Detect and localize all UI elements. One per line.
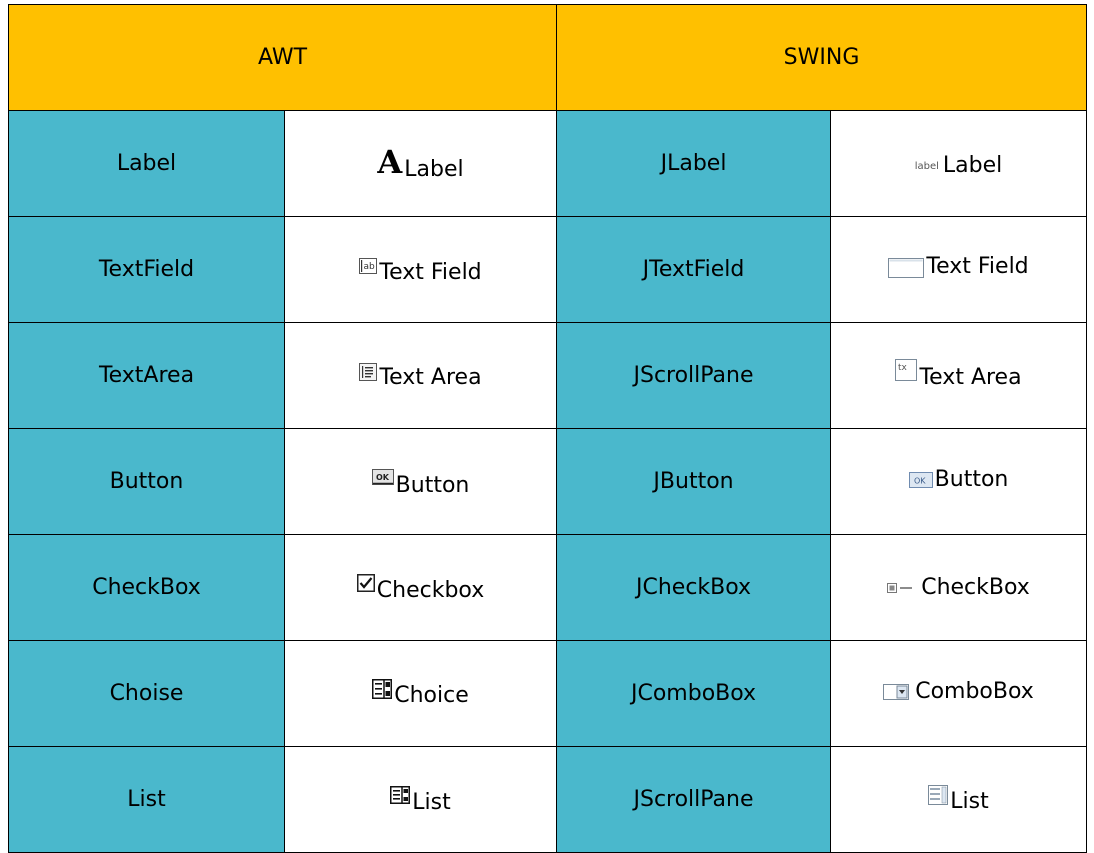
awt-component-preview: Text Area	[283, 322, 558, 429]
table-row: TextField ab Text Field JTextField Text …	[8, 216, 1088, 323]
swing-component-name: JScrollPane	[556, 746, 832, 853]
header-swing: SWING	[556, 4, 1088, 111]
swing-component-preview: Text Field	[830, 216, 1088, 323]
table-row: TextArea Text Area JScrollPane tx Text A…	[8, 322, 1088, 429]
preview-label: List	[950, 789, 989, 814]
swing-component-name: JLabel	[556, 110, 832, 217]
swing-component-name: JCheckBox	[556, 534, 832, 641]
swing-component-preview: ComboBox	[830, 640, 1088, 747]
combobox-icon	[883, 684, 910, 700]
letter-a-icon: A	[377, 143, 403, 181]
awt-component-preview: Checkbox	[283, 534, 558, 641]
swing-component-name: JButton	[556, 428, 832, 535]
header-awt: AWT	[7, 4, 558, 111]
table-row: CheckBox Checkbox JCheckBox CheckBox	[8, 534, 1088, 641]
preview-label: Text Area	[919, 365, 1022, 390]
list-icon	[390, 786, 411, 804]
preview-label: Text Field	[379, 260, 482, 285]
swing-component-preview: CheckBox	[830, 534, 1088, 641]
checkbox-swing-icon	[887, 582, 913, 594]
preview-label: Choice	[394, 683, 469, 708]
table-row: Choise Choice JComboBox ComboBox	[8, 640, 1088, 747]
textfield-box-icon	[888, 257, 925, 278]
awt-swing-comparison-table: AWT SWING Label A Label JLabel label Lab…	[7, 4, 1088, 853]
textarea-icon	[359, 363, 378, 381]
awt-component-name: List	[8, 746, 285, 853]
preview-label: Button	[395, 473, 470, 498]
preview-label: CheckBox	[921, 575, 1030, 600]
list-swing-icon	[928, 785, 949, 805]
header-row: AWT SWING	[7, 4, 1088, 111]
table-row: Button OK Button JButton OK Button	[8, 428, 1088, 535]
swing-component-name: JScrollPane	[556, 322, 832, 429]
svg-text:OK: OK	[376, 473, 390, 482]
awt-component-name: TextArea	[8, 322, 285, 429]
awt-component-name: Button	[8, 428, 285, 535]
awt-component-name: TextField	[8, 216, 285, 323]
table-row: Label A Label JLabel label Label	[8, 110, 1088, 217]
ok-button-icon: OK	[371, 469, 394, 485]
awt-component-preview: Choice	[283, 640, 558, 747]
ok-button-swing-icon: OK	[908, 472, 933, 488]
swing-component-preview: List	[830, 746, 1088, 853]
checkbox-checked-icon	[356, 574, 375, 592]
svg-text:ab: ab	[364, 262, 376, 272]
preview-label: Label	[942, 153, 1003, 179]
awt-component-name: Label	[8, 110, 285, 217]
awt-component-preview: List	[283, 746, 558, 853]
label-icon: label	[914, 160, 939, 172]
awt-component-preview: ab Text Field	[283, 216, 558, 323]
preview-label: Text Area	[379, 365, 482, 390]
textfield-ab-icon: ab	[359, 258, 378, 274]
table-row: List List JScrollPane List	[8, 746, 1088, 853]
awt-component-preview: A Label	[283, 110, 558, 217]
swing-component-preview: OK Button	[830, 428, 1088, 535]
preview-label: List	[412, 790, 451, 815]
textarea-tx-icon: tx	[895, 359, 918, 381]
preview-label: Text Field	[926, 253, 1029, 279]
preview-label: Label	[404, 156, 464, 182]
swing-component-name: JComboBox	[556, 640, 832, 747]
svg-text:OK: OK	[914, 477, 926, 486]
swing-component-name: JTextField	[556, 216, 832, 323]
preview-label: Checkbox	[376, 578, 485, 603]
preview-label: Button	[934, 467, 1009, 492]
swing-component-preview: label Label	[830, 110, 1088, 217]
choice-icon	[372, 679, 393, 699]
preview-label: ComboBox	[915, 679, 1034, 704]
awt-component-preview: OK Button	[283, 428, 558, 535]
awt-component-name: CheckBox	[8, 534, 285, 641]
swing-component-preview: tx Text Area	[830, 322, 1088, 429]
awt-component-name: Choise	[8, 640, 285, 747]
svg-text:tx: tx	[898, 363, 908, 373]
